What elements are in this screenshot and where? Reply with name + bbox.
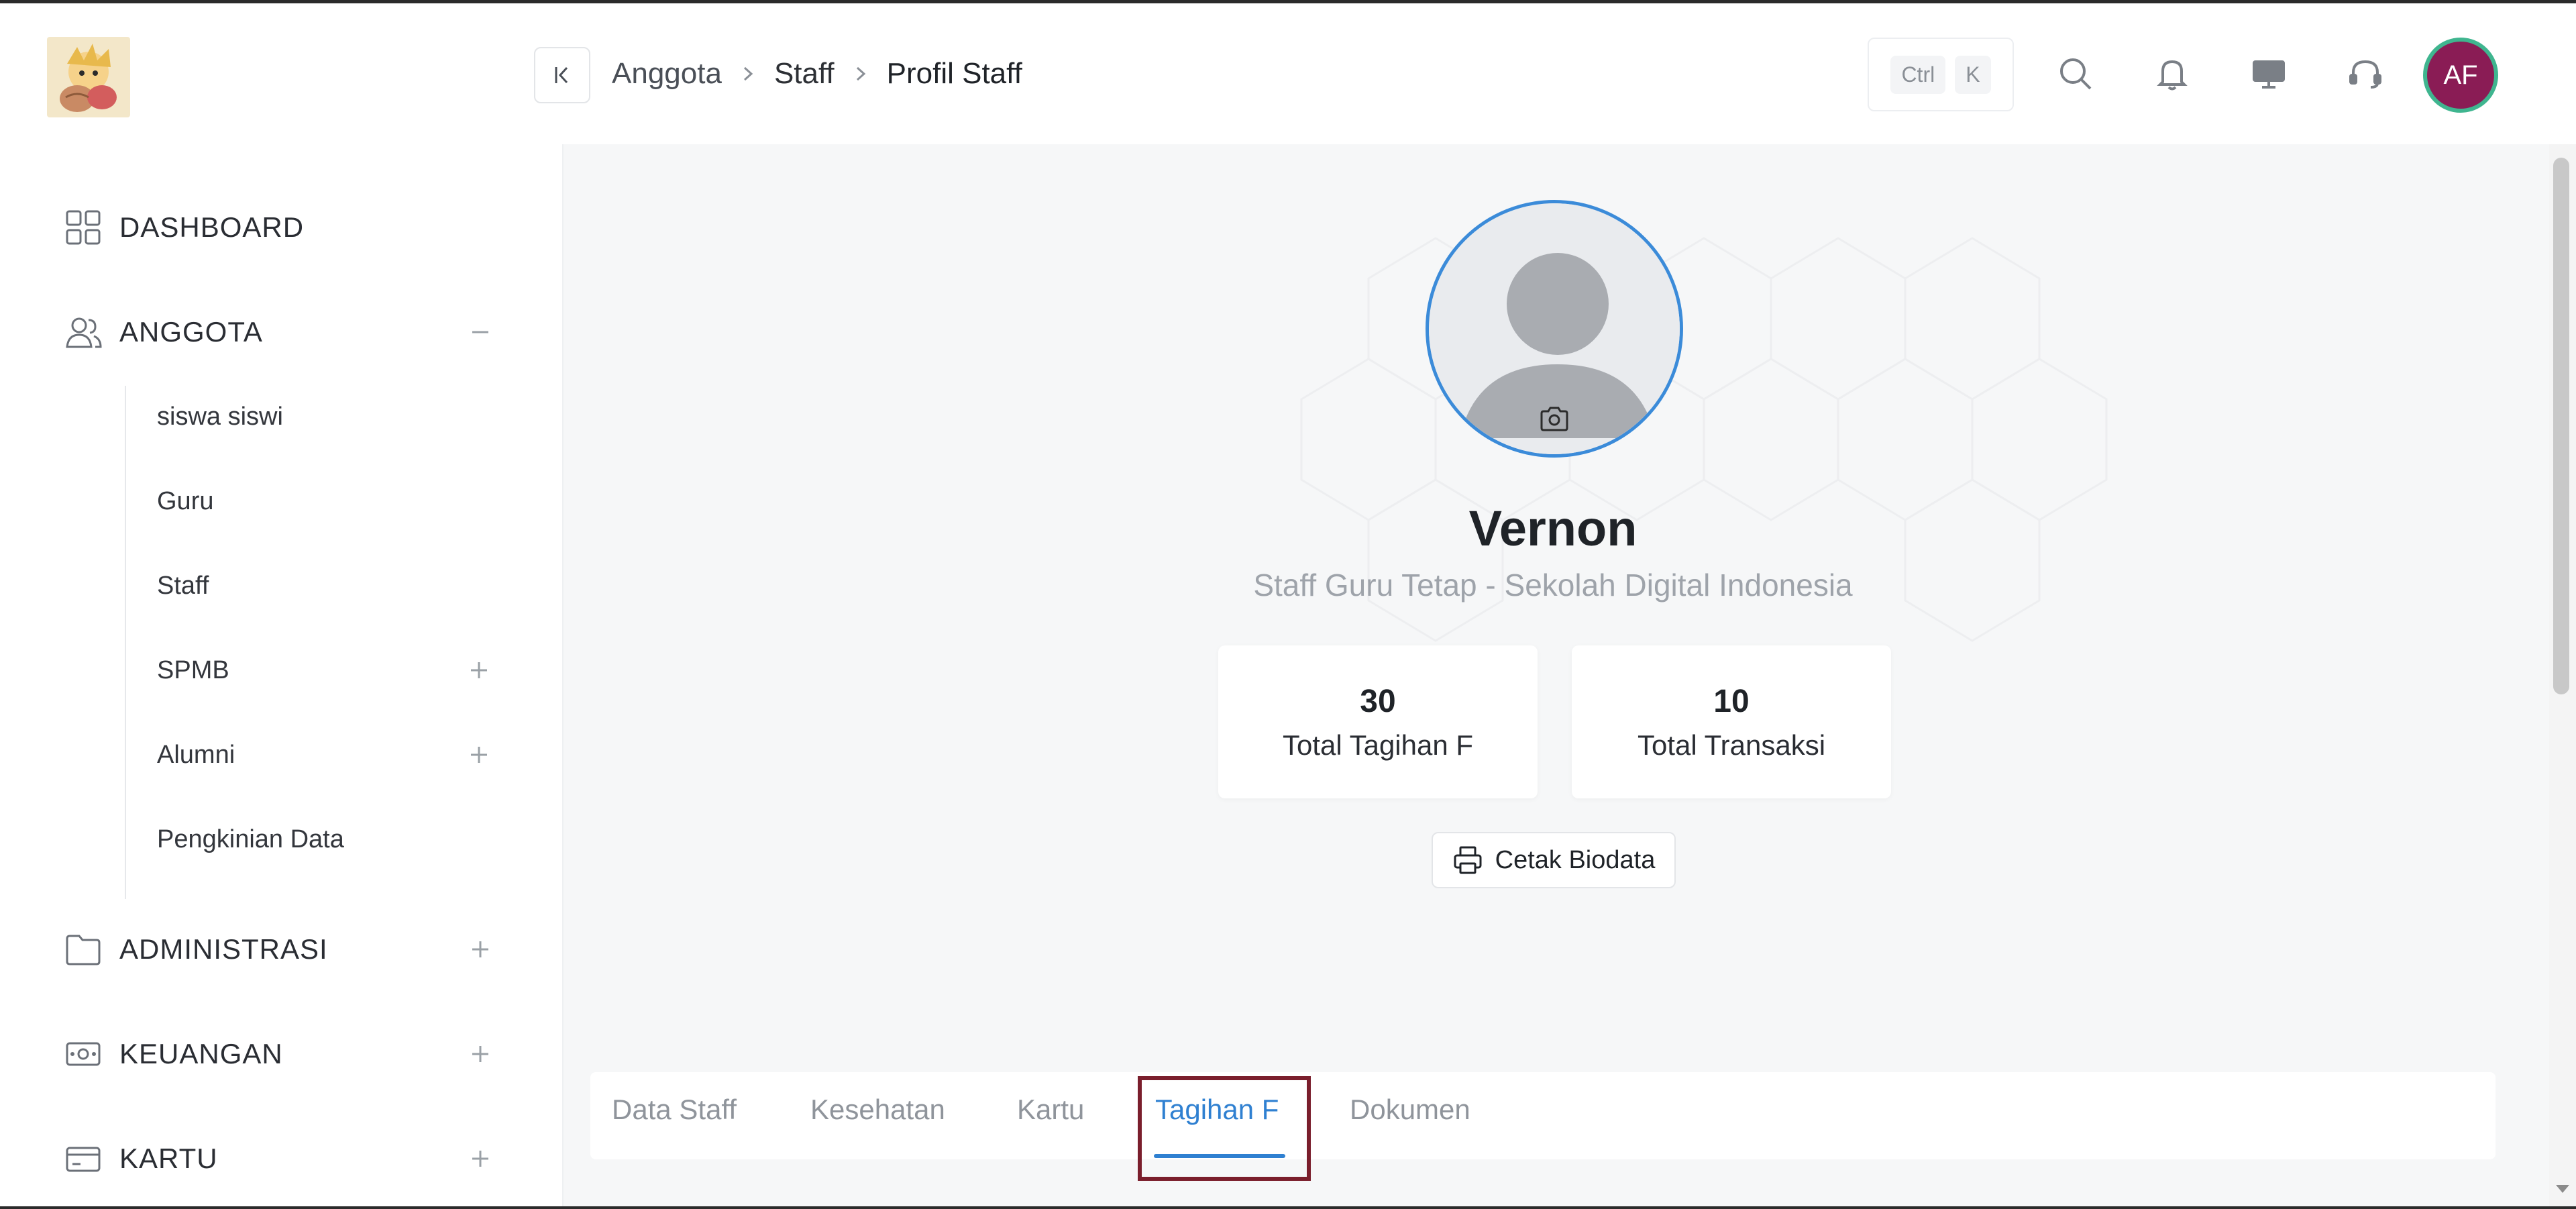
window-bottom-border (0, 1206, 2576, 1209)
tab-dokumen[interactable]: Dokumen (1350, 1094, 1470, 1134)
monitor-icon[interactable] (2247, 52, 2290, 95)
sidebar-subitem-label: SPMB (157, 655, 229, 684)
kbd-k: K (1955, 55, 1991, 94)
expand-toggle-icon[interactable] (466, 741, 492, 768)
sidebar-subitem-staff[interactable]: Staff (157, 559, 492, 613)
sidebar-subitem-label: Staff (157, 571, 209, 600)
camera-icon[interactable] (1539, 405, 1570, 432)
search-icon[interactable] (2054, 52, 2097, 95)
highlight-annotation-box (1138, 1076, 1311, 1181)
collapse-sidebar-button[interactable] (534, 47, 590, 103)
grid-icon (64, 209, 102, 246)
chevron-right-icon (741, 65, 755, 83)
tab-data-staff[interactable]: Data Staff (612, 1094, 737, 1134)
sidebar-subitem-pengkinian-data[interactable]: Pengkinian Data (157, 812, 492, 866)
sidebar-item-label: KARTU (119, 1143, 218, 1174)
breadcrumb-anggota[interactable]: Anggota (612, 57, 722, 91)
card-icon (64, 1140, 102, 1177)
profile-name: Vernon (1468, 501, 1638, 556)
sidebar-subitem-spmb[interactable]: SPMB (157, 643, 492, 697)
sidebar-item-label: ADMINISTRASI (119, 933, 328, 965)
sidebar-subitem-siswa-siswi[interactable]: siswa siswi (157, 390, 492, 443)
sidebar-item-administrasi[interactable]: ADMINISTRASI (64, 923, 494, 976)
stat-label: Total Tagihan F (1282, 729, 1474, 761)
stat-label: Total Transaksi (1637, 729, 1826, 761)
chevron-right-icon (853, 65, 868, 83)
money-icon (64, 1035, 102, 1073)
expand-toggle-icon[interactable] (467, 1041, 494, 1067)
user-avatar[interactable]: AF (2423, 38, 2498, 113)
sidebar-item-anggota[interactable]: ANGGOTA (64, 305, 494, 359)
collapse-toggle-icon[interactable] (467, 319, 494, 346)
app-logo[interactable] (47, 37, 130, 117)
collapse-left-icon (555, 66, 568, 84)
sidebar-subitem-alumni[interactable]: Alumni (157, 728, 492, 782)
breadcrumb-profil-staff: Profil Staff (886, 57, 1022, 90)
tab-kartu[interactable]: Kartu (1017, 1094, 1084, 1134)
scroll-down-arrow-icon[interactable] (2553, 1181, 2572, 1197)
users-icon (64, 313, 102, 351)
command-shortcut[interactable]: Ctrl K (1868, 38, 2014, 111)
sidebar-subitem-label: Alumni (157, 740, 235, 769)
folder-icon (64, 931, 102, 968)
profile-subtitle: Staff Guru Tetap - Sekolah Digital Indon… (1253, 568, 1853, 602)
sidebar-subitem-label: Pengkinian Data (157, 825, 344, 853)
breadcrumb-staff[interactable]: Staff (774, 57, 835, 91)
expand-toggle-icon[interactable] (467, 1145, 494, 1172)
sidebar-item-label: KEUANGAN (119, 1038, 283, 1069)
stat-card-total-tagihan: 30 Total Tagihan F (1218, 645, 1538, 798)
sidebar-subitem-label: Guru (157, 486, 214, 515)
expand-toggle-icon[interactable] (466, 657, 492, 684)
sidebar-item-keuangan[interactable]: KEUANGAN (64, 1027, 494, 1081)
printer-icon (1454, 846, 1482, 874)
breadcrumb: Anggota Staff Profil Staff (612, 54, 1022, 94)
headset-icon[interactable] (2344, 52, 2387, 95)
sidebar-subitem-label: siswa siswi (157, 402, 283, 431)
sidebar-item-label: DASHBOARD (119, 211, 305, 243)
tab-kesehatan[interactable]: Kesehatan (810, 1094, 945, 1134)
sidebar-item-label: ANGGOTA (119, 316, 263, 348)
sidebar-item-kartu[interactable]: KARTU (64, 1132, 494, 1186)
stat-card-total-transaksi: 10 Total Transaksi (1572, 645, 1891, 798)
scrollbar-thumb[interactable] (2553, 158, 2569, 694)
stat-value: 30 (1360, 683, 1396, 719)
submenu-guide-line (125, 386, 126, 899)
sidebar: DASHBOARD ANGGOTA siswa siswi Guru Staff… (0, 3, 562, 1206)
sidebar-item-dashboard[interactable]: DASHBOARD (64, 201, 494, 254)
stat-value: 10 (1713, 683, 1750, 719)
print-biodata-button[interactable]: Cetak Biodata (1432, 832, 1676, 888)
expand-toggle-icon[interactable] (467, 936, 494, 963)
kbd-ctrl: Ctrl (1890, 55, 1946, 94)
print-biodata-label: Cetak Biodata (1495, 845, 1656, 874)
sidebar-subitem-guru[interactable]: Guru (157, 474, 492, 528)
bell-icon[interactable] (2151, 52, 2194, 95)
